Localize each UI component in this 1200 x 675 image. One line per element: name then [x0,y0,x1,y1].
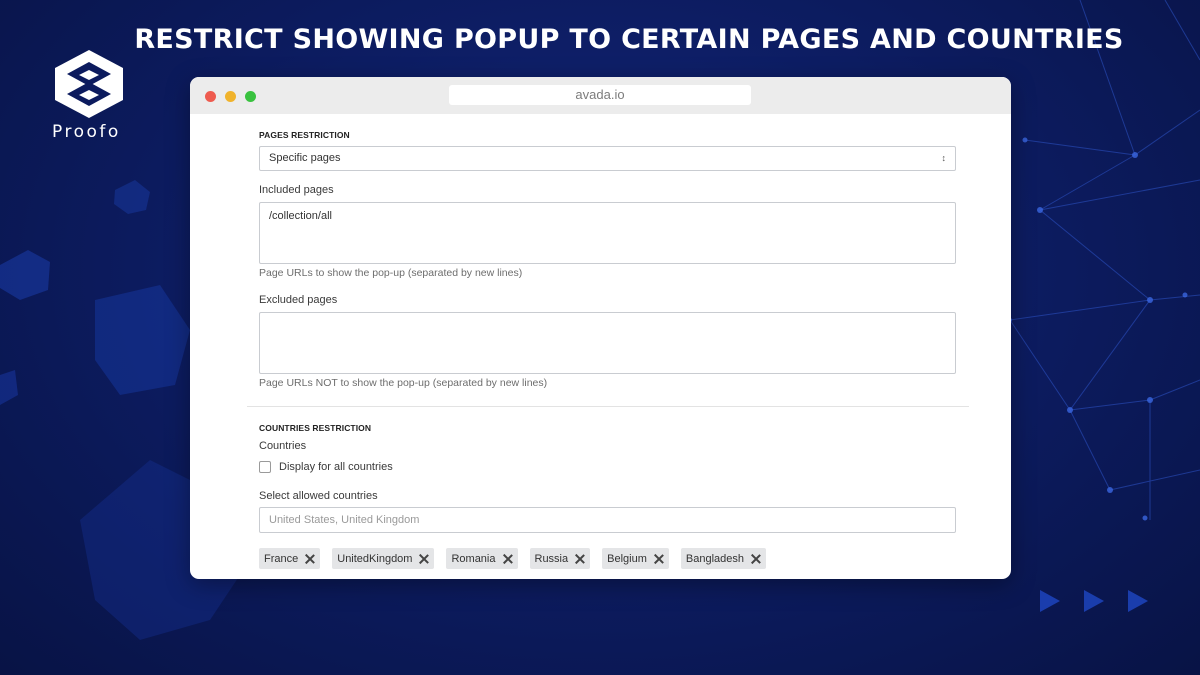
remove-tag-icon[interactable] [503,554,513,564]
country-tag: Romania [446,548,518,569]
countries-restriction-title: COUNTRIES RESTRICTION [259,423,372,433]
country-tag: Bangladesh [680,548,766,569]
excluded-pages-help: Page URLs NOT to show the pop-up (separa… [259,377,548,389]
country-tag-label: UnitedKingdom [337,552,413,565]
pages-restriction-title: PAGES RESTRICTION [259,130,350,140]
brand-logo: Proofo [50,48,130,142]
minimize-window-button[interactable] [225,91,236,102]
remove-tag-icon[interactable] [305,554,315,564]
remove-tag-icon[interactable] [654,554,664,564]
select-countries-label: Select allowed countries [259,490,378,502]
country-tag: Belgium [602,548,669,569]
select-arrows-icon: ↕ [941,153,947,163]
maximize-window-button[interactable] [245,91,256,102]
network-decoration-right [1009,0,1200,520]
included-pages-textarea[interactable]: /collection/all [259,202,956,264]
network-nodes [1008,137,1188,521]
country-tag-label: Belgium [607,552,647,565]
pages-restriction-select-value: Specific pages [269,152,341,164]
display-all-countries-row[interactable]: Display for all countries [259,461,393,473]
arrow-decoration [1040,590,1148,612]
country-tag-label: France [264,552,299,565]
included-pages-label: Included pages [259,184,334,196]
close-window-button[interactable] [205,91,216,102]
countries-label: Countries [259,440,307,452]
country-tag-label: Romania [451,552,496,565]
country-tag: UnitedKingdom [332,548,435,569]
country-tag-label: Bangladesh [685,552,744,565]
country-tag: France [259,548,321,569]
pages-restriction-select[interactable]: Specific pages ↕ [259,146,956,171]
country-tag-label: Russia [534,552,569,565]
display-all-countries-checkbox[interactable] [259,461,271,473]
remove-tag-icon[interactable] [575,554,585,564]
countries-input[interactable]: United States, United Kingdom [259,507,956,533]
display-all-countries-label: Display for all countries [279,461,393,473]
browser-titlebar: avada.io [190,77,1011,114]
country-tag: Russia [529,548,591,569]
included-pages-help: Page URLs to show the pop-up (separated … [259,267,523,279]
remove-tag-icon[interactable] [419,554,429,564]
excluded-pages-textarea[interactable] [259,312,956,374]
browser-window: avada.io PAGES RESTRICTION Specific page… [190,77,1011,579]
selected-countries-tags: France UnitedKingdom Romania Russia Belg… [259,548,778,569]
proofo-logo-icon [55,50,123,118]
remove-tag-icon[interactable] [751,554,761,564]
page-headline: RESTRICT SHOWING POPUP TO CERTAIN PAGES … [134,24,1124,55]
address-bar[interactable]: avada.io [449,85,751,105]
brand-name: Proofo [52,122,121,142]
excluded-pages-label: Excluded pages [259,294,338,306]
section-divider [247,406,969,407]
